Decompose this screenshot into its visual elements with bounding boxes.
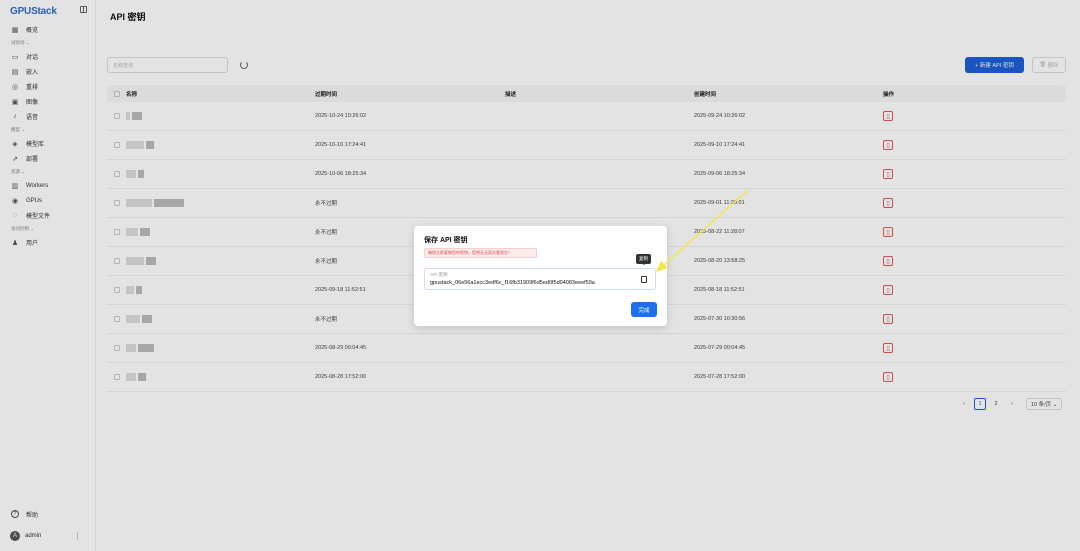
dialog-title: 保存 API 密钥 [424,237,468,244]
save-api-key-dialog: 保存 API 密钥 确保立即复制您的密钥。您将无法再次看到它！ 复制 API 密… [414,226,667,326]
warning-alert: 确保立即复制您的密钥。您将无法再次看到它！ [424,248,537,258]
api-key-field[interactable]: API 密钥 gpustack_06e56a1ecc3edf6c_f16fb31… [424,268,656,290]
api-key-value[interactable]: gpustack_06e56a1ecc3edf6c_f16fb31909f6d5… [430,280,595,286]
done-button[interactable]: 完成 [631,302,657,317]
copy-tooltip: 复制 [636,254,651,265]
copy-icon[interactable] [641,276,647,283]
api-key-label: API 密钥 [430,272,448,277]
